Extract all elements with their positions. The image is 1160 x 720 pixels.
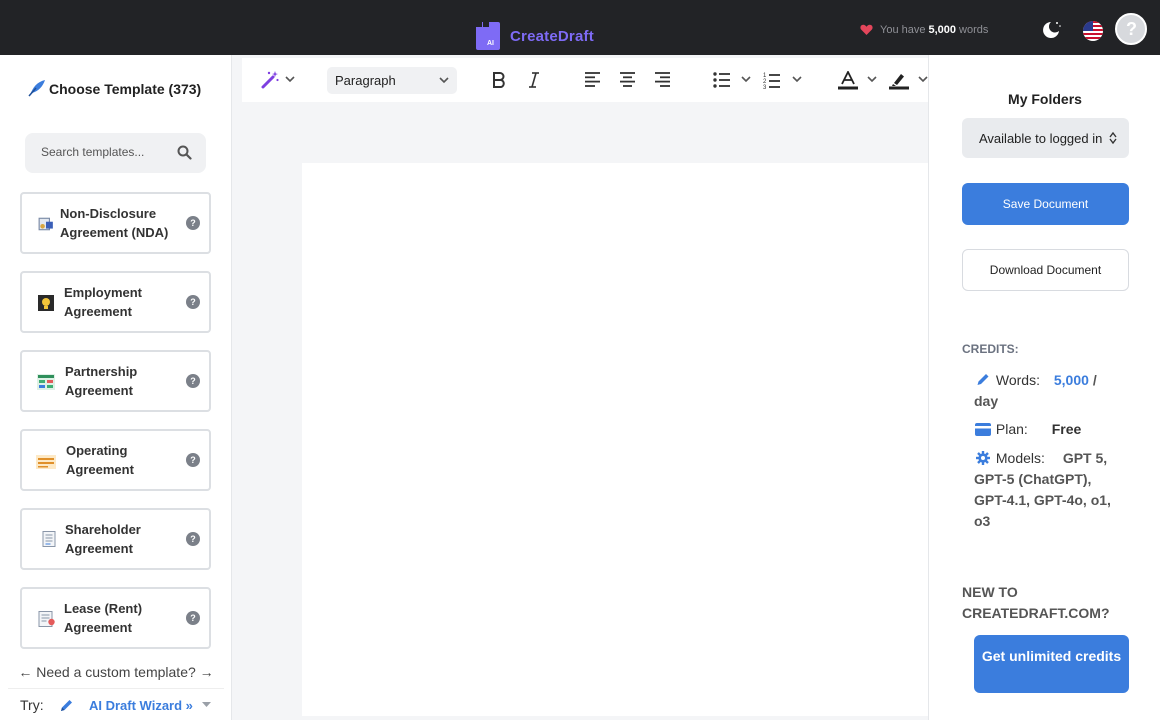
caret-down-icon[interactable] bbox=[202, 702, 211, 708]
italic-icon[interactable] bbox=[528, 72, 540, 88]
template-card-shareholder[interactable]: Shareholder Agreement ? bbox=[20, 508, 211, 570]
chevron-down-icon[interactable] bbox=[285, 76, 295, 83]
help-icon[interactable]: ? bbox=[186, 532, 200, 546]
models-label: Models: bbox=[995, 450, 1045, 466]
editor-toolbar: Paragraph 1 2 3 bbox=[242, 58, 930, 102]
chevron-down-icon[interactable] bbox=[792, 76, 802, 83]
help-icon[interactable]: ? bbox=[186, 611, 200, 625]
template-label: Non-Disclosure Agreement (NDA) bbox=[60, 206, 169, 240]
credit-card-icon bbox=[975, 423, 991, 436]
ai-draft-wizard-link[interactable]: AI Draft Wizard » bbox=[89, 698, 193, 713]
gear-icon bbox=[976, 451, 990, 465]
editor-canvas bbox=[242, 102, 930, 720]
feather-icon bbox=[28, 80, 45, 97]
words-suffix: words bbox=[959, 24, 989, 36]
template-card-nda[interactable]: Non-Disclosure Agreement (NDA) ? bbox=[20, 192, 211, 254]
chevron-down-icon[interactable] bbox=[741, 76, 751, 83]
align-left-icon[interactable] bbox=[584, 72, 601, 87]
pencil-icon bbox=[61, 700, 72, 711]
align-center-icon[interactable] bbox=[619, 72, 636, 87]
operating-icon bbox=[36, 455, 56, 469]
new-to-heading: NEW TO CREATEDRAFT.COM? bbox=[962, 584, 1110, 621]
bullet-list-icon[interactable] bbox=[713, 72, 731, 88]
word-balance: You have 5,000 words bbox=[860, 24, 988, 36]
top-navbar: AI CreateDraft You have 5,000 words ? bbox=[0, 0, 1160, 55]
svg-text:AI: AI bbox=[487, 40, 494, 47]
employment-icon bbox=[38, 295, 54, 311]
document-page[interactable] bbox=[302, 163, 930, 716]
help-icon[interactable]: ? bbox=[186, 216, 200, 230]
template-label: Employment Agreement bbox=[64, 285, 143, 319]
template-label: Partnership Agreement bbox=[65, 364, 138, 398]
bold-icon[interactable] bbox=[492, 72, 506, 88]
block-format-select[interactable]: Paragraph bbox=[327, 67, 457, 94]
credits-models-row: Models: GPT 5, GPT-5 (ChatGPT), GPT-4.1,… bbox=[974, 448, 1124, 532]
help-icon[interactable]: ? bbox=[186, 374, 200, 388]
plan-label: Plan: bbox=[995, 421, 1028, 437]
block-format-value: Paragraph bbox=[335, 73, 396, 88]
shareholder-icon bbox=[42, 531, 56, 547]
help-icon[interactable]: ? bbox=[186, 295, 200, 309]
align-right-icon[interactable] bbox=[654, 72, 671, 87]
template-card-partnership[interactable]: Partnership Agreement ? bbox=[20, 350, 211, 412]
template-label: Lease (Rent) Agreement bbox=[64, 601, 143, 635]
try-wizard-bar: Try: AI Draft Wizard » bbox=[8, 688, 224, 720]
question-icon: ? bbox=[1126, 19, 1137, 39]
credits-plan-row: Plan: Free bbox=[974, 419, 1124, 440]
template-card-employment[interactable]: Employment Agreement ? bbox=[20, 271, 211, 333]
pencil-icon bbox=[977, 374, 989, 385]
credits-heading: CREDITS: bbox=[962, 342, 1019, 356]
search-input[interactable] bbox=[41, 145, 171, 159]
template-card-lease[interactable]: Lease (Rent) Agreement ? bbox=[20, 587, 211, 649]
search-icon[interactable] bbox=[177, 145, 192, 160]
magic-wand-icon[interactable] bbox=[260, 70, 280, 90]
dark-mode-icon[interactable] bbox=[1042, 20, 1062, 40]
choose-template-title: Choose Template (373) bbox=[27, 79, 207, 97]
template-label: Shareholder Agreement bbox=[65, 522, 141, 556]
words-value: 5,000 bbox=[1053, 372, 1089, 388]
template-card-operating[interactable]: Operating Agreement ? bbox=[20, 429, 211, 491]
help-icon[interactable]: ? bbox=[186, 453, 200, 467]
download-document-button[interactable]: Download Document bbox=[962, 249, 1129, 291]
folder-select[interactable]: Available to logged in bbox=[962, 118, 1129, 158]
numbered-list-icon[interactable]: 1 2 3 bbox=[763, 71, 781, 89]
save-document-button[interactable]: Save Document bbox=[962, 183, 1129, 225]
lease-icon bbox=[38, 611, 55, 627]
chevron-down-icon bbox=[439, 77, 449, 84]
document-panel: My Folders Available to logged in Save D… bbox=[928, 55, 1160, 720]
words-prefix: You have bbox=[880, 24, 926, 36]
try-label: Try: bbox=[20, 697, 44, 713]
brand-name: CreateDraft bbox=[510, 27, 594, 45]
words-count: 5,000 bbox=[928, 24, 957, 36]
template-sidebar: Choose Template (373) Non-Disclosure Agr… bbox=[0, 55, 232, 720]
text-color-icon[interactable] bbox=[838, 71, 858, 90]
sort-arrows-icon bbox=[1109, 132, 1117, 144]
svg-text:?: ? bbox=[1126, 19, 1137, 39]
logo[interactable]: AI CreateDraft bbox=[476, 22, 594, 50]
get-unlimited-credits-button[interactable]: Get unlimited credits bbox=[974, 635, 1129, 693]
us-flag-icon[interactable] bbox=[1083, 21, 1103, 41]
help-avatar-icon[interactable]: ? bbox=[1115, 13, 1147, 45]
choose-template-label: Choose Template (373) bbox=[49, 81, 202, 97]
folder-select-value: Available to logged in bbox=[979, 131, 1103, 146]
chevron-down-icon[interactable] bbox=[867, 76, 877, 83]
custom-template-link[interactable]: ← Need a custom template? → bbox=[0, 664, 232, 680]
words-label: Words: bbox=[995, 372, 1040, 388]
chevron-down-icon[interactable] bbox=[918, 76, 928, 83]
credits-words-row: Words: 5,000 / day bbox=[974, 370, 1124, 412]
my-folders-title: My Folders bbox=[1008, 91, 1082, 107]
logo-icon: AI bbox=[476, 22, 500, 50]
partnership-icon bbox=[37, 374, 55, 390]
template-search[interactable] bbox=[25, 133, 206, 173]
heart-icon bbox=[860, 24, 873, 35]
plan-value: Free bbox=[1051, 421, 1082, 437]
template-label: Operating Agreement bbox=[66, 443, 134, 477]
nda-icon bbox=[38, 217, 53, 231]
svg-text:3: 3 bbox=[763, 85, 767, 89]
highlight-color-icon[interactable] bbox=[889, 71, 909, 90]
